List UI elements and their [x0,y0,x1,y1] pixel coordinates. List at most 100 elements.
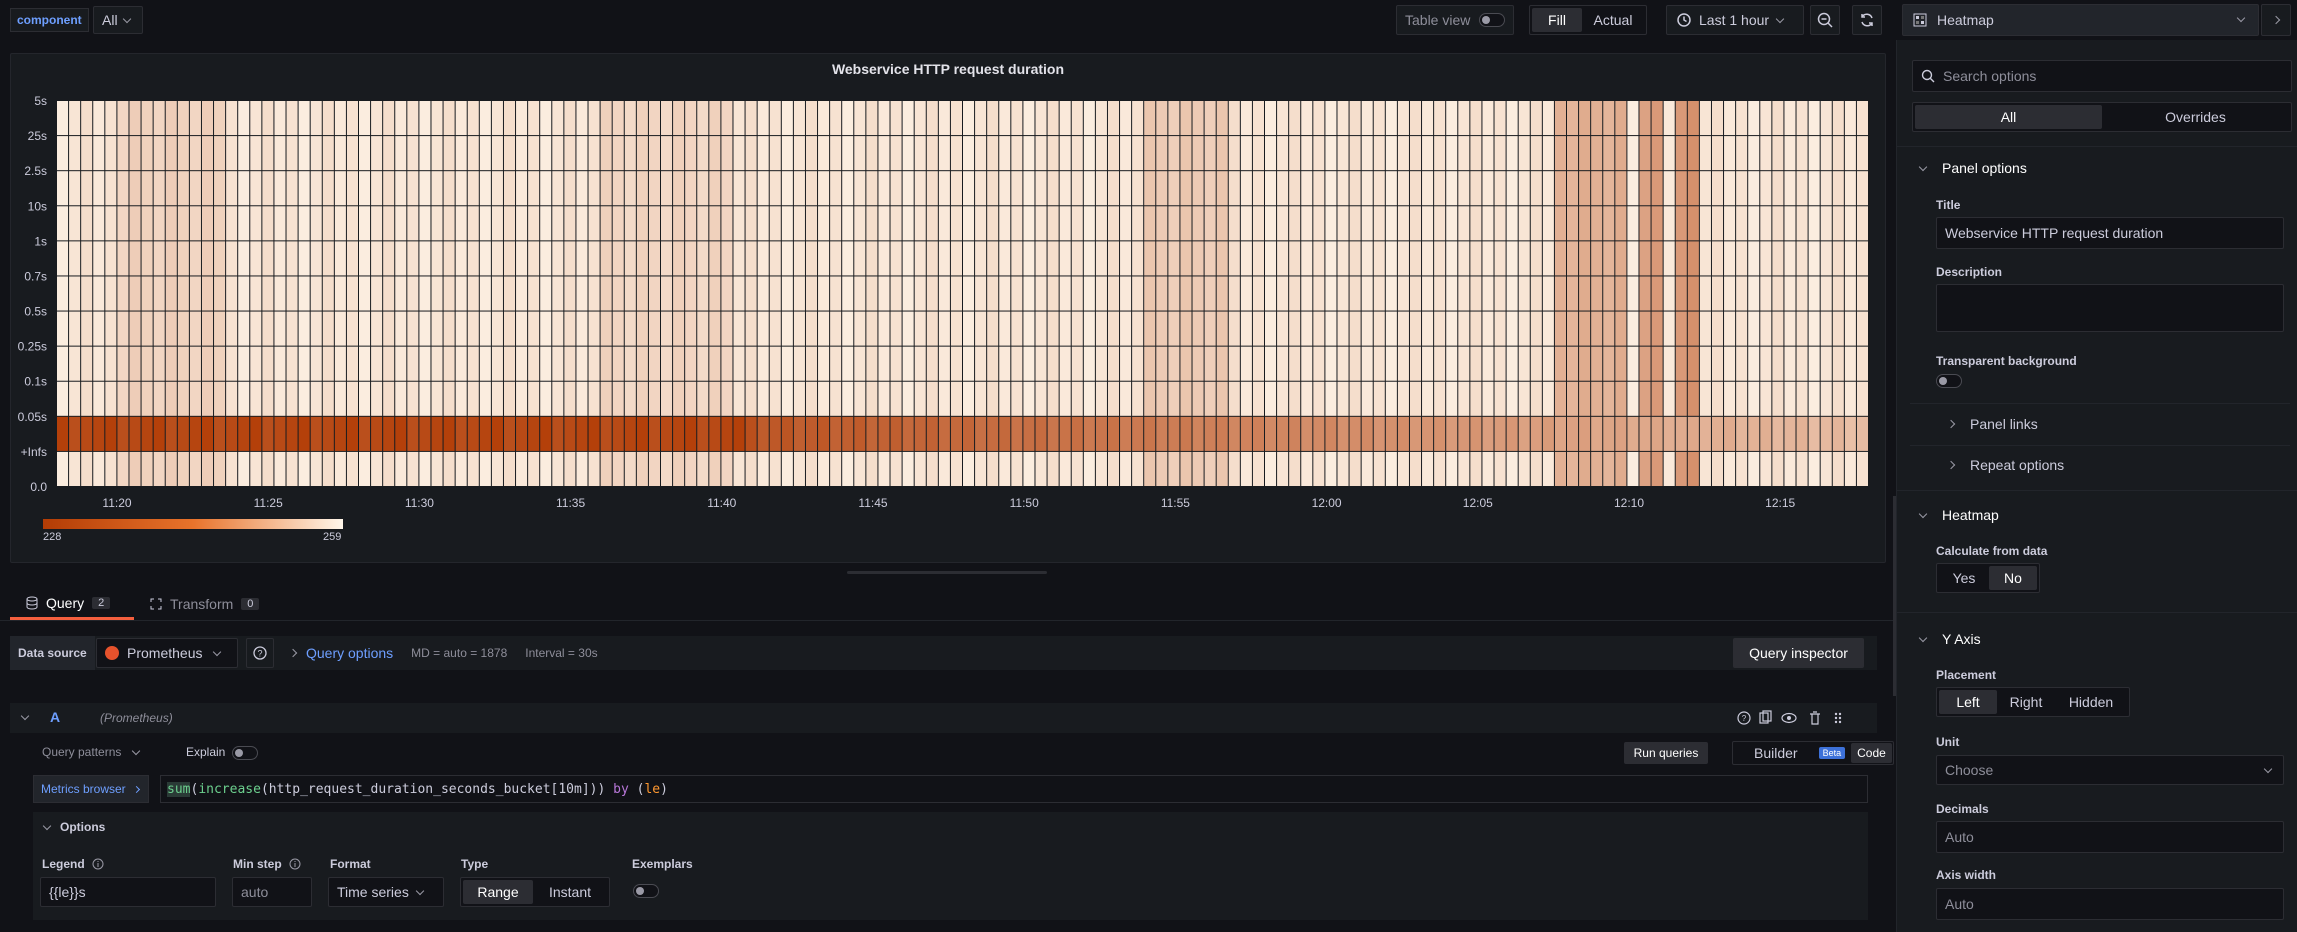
trash-icon[interactable] [1810,711,1820,725]
zoom-out-button[interactable] [1810,5,1840,35]
heatmap-cell [1796,381,1808,416]
y-axis-section[interactable]: Y Axis [1918,631,1981,647]
heatmap-cell [950,136,962,171]
heatmap-cell [177,451,189,486]
heatmap-cell [395,276,407,311]
heatmap-cell [1289,101,1301,136]
collapse-options-button[interactable] [2261,4,2291,36]
legend-input[interactable]: {{le}}s [40,877,216,907]
heatmap-cell [1422,136,1434,171]
explain-switch[interactable] [232,746,258,760]
query-patterns-button[interactable]: Query patterns [42,745,141,759]
placement-right-button[interactable]: Right [1997,690,2055,714]
heatmap-cell [769,346,781,381]
decimals-input[interactable]: Auto [1936,821,2284,853]
heatmap-cell [866,451,878,486]
heatmap-cell [878,101,890,136]
heatmap-chart[interactable]: 5s25s2.5s10s1s0.7s0.5s0.25s0.1s0.05s+Inf… [11,54,1887,564]
heatmap-cell [1337,276,1349,311]
heatmap-cell [1639,311,1651,346]
heatmap-cell [1240,311,1252,346]
heatmap-cell [1011,416,1023,451]
min-step-input[interactable]: auto [232,877,312,907]
fill-button[interactable]: Fill [1532,8,1582,32]
heatmap-cell [1844,451,1856,486]
table-view-switch[interactable] [1479,13,1505,27]
eye-icon[interactable] [1781,712,1797,724]
format-select[interactable]: Time series [328,877,444,907]
visualization-picker[interactable]: Heatmap [1902,4,2259,36]
placement-hidden-button[interactable]: Hidden [2055,690,2127,714]
options-toggle[interactable]: Options [42,820,105,834]
query-expression-input[interactable]: sum(increase (http_request_duration_secon… [160,775,1868,803]
title-input[interactable]: Webservice HTTP request duration [1936,217,2284,249]
heatmap-cell [697,416,709,451]
unit-select[interactable]: Choose [1936,755,2284,785]
heatmap-section[interactable]: Heatmap [1918,507,1999,523]
query-inspector-button[interactable]: Query inspector [1733,638,1864,668]
type-instant-button[interactable]: Instant [533,880,607,904]
heatmap-cell [141,241,153,276]
heatmap-cell [987,171,999,206]
heatmap-cell [1325,206,1337,241]
transparent-switch[interactable] [1936,374,1962,388]
y-axis-tick-label: 2.5s [24,164,47,178]
heatmap-cell [467,241,479,276]
resize-handle[interactable] [847,571,1047,574]
repeat-options-section[interactable]: Repeat options [1946,457,2064,473]
duplicate-icon[interactable] [1759,710,1772,724]
drag-handle-icon[interactable] [1834,712,1842,724]
heatmap-cell [129,171,141,206]
calculate-yes-button[interactable]: Yes [1939,566,1989,590]
metrics-browser-button[interactable]: Metrics browser [33,775,149,803]
heatmap-cell [383,101,395,136]
panel-links-section[interactable]: Panel links [1946,416,2038,432]
heatmap-cell [1724,171,1736,206]
heatmap-cell [1095,206,1107,241]
heatmap-cell [950,101,962,136]
tab-transform[interactable]: Transform 0 [150,588,280,620]
expr-metric: (http_request_duration_seconds_bucket[10… [260,781,614,797]
time-range-picker[interactable]: Last 1 hour [1666,5,1804,35]
heatmap-cell [661,101,673,136]
variable-select[interactable]: All [93,6,143,34]
chevron-down-icon [42,821,52,830]
exemplars-switch[interactable] [633,884,659,898]
table-view-toggle[interactable]: Table view [1396,5,1514,35]
heatmap-cell [1856,136,1868,171]
type-range-button[interactable]: Range [463,880,533,904]
heatmap-cell [1361,276,1373,311]
chevron-right-icon [132,785,140,793]
heatmap-cell [1784,206,1796,241]
help-icon[interactable]: ? [1737,711,1751,725]
tab-query[interactable]: Query 2 [10,588,134,620]
heatmap-cell [201,136,214,171]
heatmap-cell [685,206,697,241]
panel-options-section[interactable]: Panel options [1918,160,2027,176]
code-mode-button[interactable]: Code [1851,743,1892,763]
tab-all[interactable]: All [1915,105,2102,129]
datasource-picker[interactable]: Prometheus [96,638,238,668]
heatmap-cell [93,311,105,346]
axis-width-input[interactable]: Auto [1936,888,2284,920]
calculate-no-button[interactable]: No [1989,566,2037,590]
builder-mode-button[interactable]: Builder Beta [1734,743,1851,763]
placement-left-button[interactable]: Left [1939,690,1997,714]
actual-button[interactable]: Actual [1582,8,1644,32]
description-input[interactable] [1936,284,2284,332]
heatmap-cell [1784,346,1796,381]
tab-overrides[interactable]: Overrides [2102,105,2289,129]
options-search-input[interactable]: Search options [1912,60,2292,92]
heatmap-cell [153,101,165,136]
pane-splitter[interactable] [1893,496,1896,696]
query-options-toggle[interactable]: Query options MD = auto = 1878 Interval … [288,638,598,668]
heatmap-cell [286,381,298,416]
heatmap-cell [1542,381,1554,416]
run-queries-button[interactable]: Run queries [1624,742,1708,764]
heatmap-cell [1663,206,1675,241]
heatmap-cell [395,381,407,416]
heatmap-cell [576,451,588,486]
query-ref-id[interactable]: A [50,709,60,725]
refresh-button[interactable] [1852,5,1882,35]
datasource-help-button[interactable]: ? [246,638,274,668]
